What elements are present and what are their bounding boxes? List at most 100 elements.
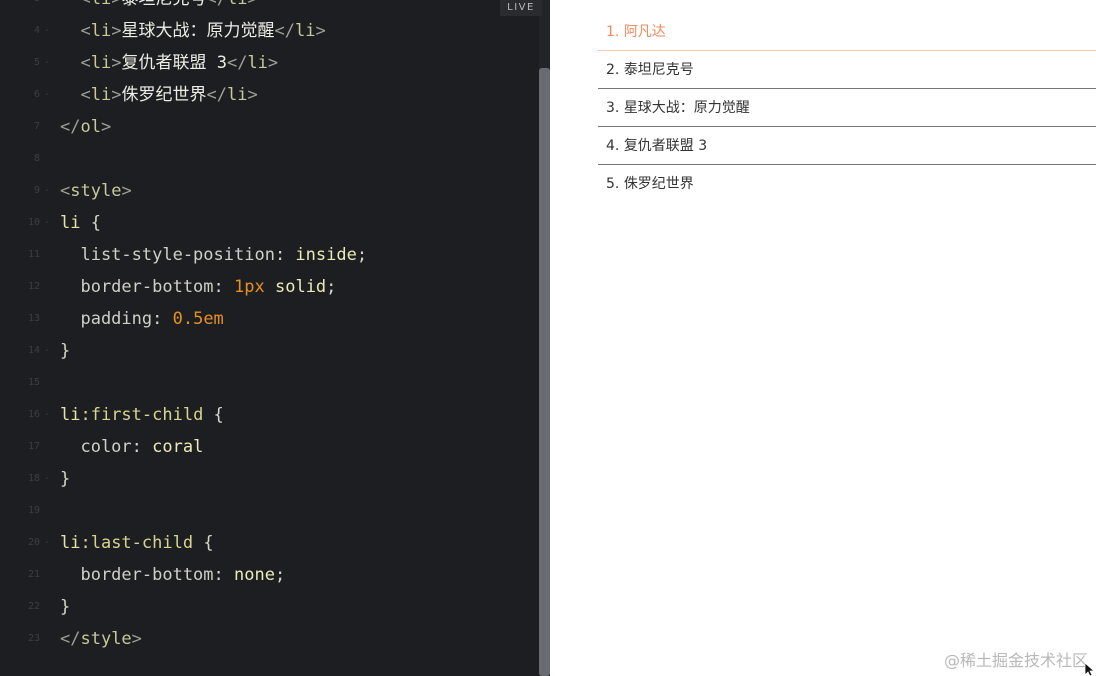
code-line[interactable]: 17 color: coral [0, 431, 540, 463]
line-content[interactable]: border-bottom: 1px solid; [60, 271, 336, 303]
list-marker: 4. [606, 138, 620, 154]
code-token: style [70, 181, 122, 201]
code-token: 0.5em [172, 309, 224, 329]
code-token: coral [152, 437, 204, 457]
list-item-text: 星球大战：原力觉醒 [623, 100, 750, 116]
code-line[interactable]: 9- <style> [0, 175, 540, 207]
code-line[interactable]: 12 border-bottom: 1px solid; [0, 271, 540, 303]
code-token: border-bottom [60, 277, 214, 297]
code-token: { [203, 405, 224, 425]
line-content[interactable]: color: coral [60, 431, 203, 463]
line-content[interactable]: } [60, 463, 70, 495]
code-line[interactable]: 19 [0, 495, 540, 527]
line-content[interactable]: </style> [60, 623, 142, 655]
code-token: li [90, 85, 112, 105]
code-line[interactable]: 14-} [0, 335, 540, 367]
mouse-pointer-icon [1085, 663, 1096, 676]
line-content[interactable]: </ol> [60, 111, 111, 143]
code-line[interactable]: 6- <li>侏罗纪世界</li> [0, 79, 540, 111]
code-line[interactable]: 21 border-bottom: none; [0, 559, 540, 591]
line-content[interactable]: } [60, 591, 70, 623]
code-token: : [152, 309, 173, 329]
code-lines[interactable]: 3 <li>泰坦尼克号</li>4- <li>星球大战：原力觉醒</li>5- … [0, 0, 540, 655]
code-token: li [60, 213, 81, 233]
line-content[interactable]: li { [60, 207, 101, 239]
code-token: li [60, 533, 81, 553]
code-token: > [131, 629, 142, 649]
code-editor[interactable]: 3 <li>泰坦尼克号</li>4- <li>星球大战：原力觉醒</li>5- … [0, 0, 550, 676]
fold-marker[interactable]: - [44, 47, 50, 79]
code-token: { [80, 213, 101, 233]
line-content[interactable]: } [60, 335, 70, 367]
line-number: 4 [33, 25, 40, 36]
code-token: solid [274, 277, 327, 297]
code-line[interactable]: 11 list-style-position: inside; [0, 239, 540, 271]
fold-marker[interactable]: - [44, 175, 50, 207]
code-token: : [213, 565, 235, 585]
fold-marker[interactable]: - [44, 463, 50, 495]
code-line[interactable]: 7 </ol> [0, 111, 540, 143]
fold-marker[interactable]: - [44, 207, 50, 239]
code-token: > [247, 85, 258, 105]
line-content[interactable]: list-style-position: inside; [60, 239, 367, 271]
code-token: style [80, 629, 132, 649]
line-content[interactable]: <li>复仇者联盟 3</li> [60, 47, 278, 79]
editor-scrollbar-thumb[interactable] [539, 68, 550, 676]
code-line[interactable]: 13 padding: 0.5em [0, 303, 540, 335]
code-token: li [60, 405, 81, 425]
code-token: > [111, 53, 122, 73]
code-line[interactable]: 3 <li>泰坦尼克号</li> [0, 0, 540, 15]
code-token: </ [226, 53, 248, 73]
code-token: < [80, 0, 90, 9]
line-content[interactable]: <style> [60, 175, 132, 207]
code-token: list-style-position [60, 245, 275, 265]
code-token: </ [274, 21, 295, 41]
code-token: li [91, 0, 111, 9]
code-token: </ [206, 0, 226, 9]
line-number: 12 [27, 281, 40, 292]
line-number: 19 [27, 505, 40, 516]
line-content[interactable]: padding: 0.5em [60, 303, 224, 335]
line-content[interactable]: li:last-child { [60, 527, 214, 559]
code-token: < [80, 85, 91, 105]
fold-marker[interactable]: - [44, 335, 50, 367]
line-content[interactable]: <li>侏罗纪世界</li> [60, 79, 258, 111]
code-token: > [111, 85, 122, 105]
code-token: > [247, 0, 257, 9]
fold-marker[interactable]: - [44, 527, 50, 559]
code-line[interactable]: 8 [0, 143, 540, 175]
code-token: :first-child [80, 405, 204, 425]
code-line[interactable]: 23 </style> [0, 623, 540, 655]
preview-list-item: 3. 星球大战：原力觉醒 [598, 89, 1096, 127]
code-line[interactable]: 15 [0, 367, 540, 399]
line-number: 5 [33, 57, 40, 68]
code-token: > [111, 0, 121, 9]
code-token: padding [60, 309, 153, 329]
fold-marker[interactable]: - [44, 399, 50, 431]
list-item-text: 复仇者联盟 3 [623, 138, 708, 154]
code-line[interactable]: 22} [0, 591, 540, 623]
code-line[interactable]: 16- li:first-child { [0, 399, 540, 431]
fold-marker[interactable]: - [44, 79, 50, 111]
code-token: li [227, 0, 247, 9]
code-line[interactable]: 4- <li>星球大战：原力觉醒</li> [0, 15, 540, 47]
line-number: 23 [27, 633, 40, 644]
line-number: 17 [27, 441, 40, 452]
line-content[interactable]: li:first-child { [60, 399, 224, 431]
preview-list-item: 1. 阿凡达 [598, 13, 1096, 51]
code-line[interactable]: 5- <li>复仇者联盟 3</li> [0, 47, 540, 79]
code-line[interactable]: 10- li { [0, 207, 540, 239]
list-marker: 2. [606, 62, 620, 78]
code-line[interactable]: 20- li:last-child { [0, 527, 540, 559]
line-content[interactable]: border-bottom: none; [60, 559, 285, 591]
code-token: 1px [234, 277, 265, 297]
line-content[interactable]: <li>泰坦尼克号</li> [60, 0, 257, 15]
line-number: 18 [27, 473, 40, 484]
line-content[interactable]: <li>星球大战：原力觉醒</li> [60, 15, 325, 47]
fold-marker[interactable]: - [44, 15, 50, 47]
code-line[interactable]: 18-} [0, 463, 540, 495]
line-number: 8 [33, 153, 40, 164]
code-token: </ [206, 85, 227, 105]
code-token: } [60, 597, 71, 617]
